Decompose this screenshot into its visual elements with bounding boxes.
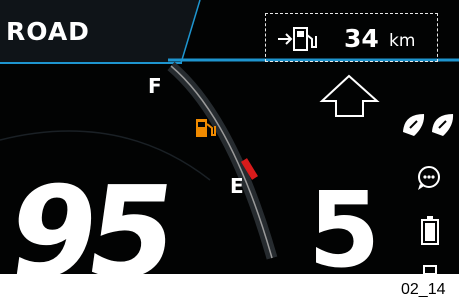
helmet-icons [403, 114, 454, 136]
chat-icon [418, 166, 440, 190]
figure-label: 02_14 [401, 281, 446, 298]
up-arrow-icon [319, 74, 380, 117]
speed-readout: 95 [0, 159, 176, 274]
range-unit: km [389, 31, 416, 51]
gear-indicator: 5 [308, 169, 381, 274]
range-value: 34 [344, 24, 379, 53]
fuel-empty-label: E [230, 174, 244, 198]
fuel-full-label: F [148, 74, 162, 98]
riding-mode-label: ROAD [6, 17, 90, 46]
dashboard-screen: ROAD 34 km F E 95 5 [0, 0, 459, 274]
fuel-gauge-arc [167, 61, 278, 260]
battery-icon [421, 216, 439, 245]
